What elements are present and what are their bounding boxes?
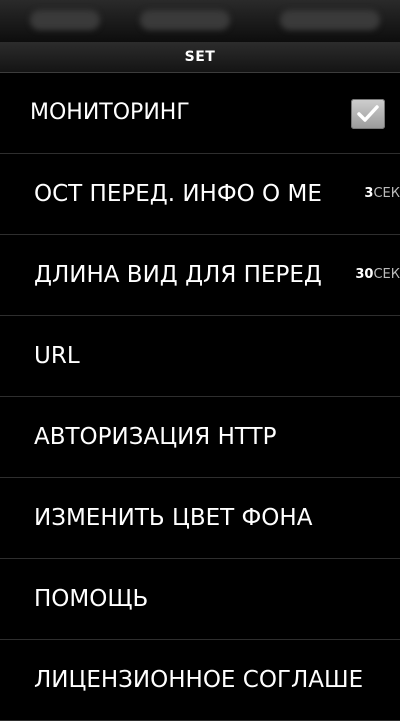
status-bar-blurred-icons [280,10,380,30]
setting-label: URL [34,343,80,369]
checkmark-icon [357,105,379,122]
setting-license-agreement[interactable]: ЛИЦЕНЗИОННОЕ СОГЛАШЕ [0,640,400,721]
setting-label: ОСТ ПЕРЕД. ИНФО О МЕ [34,181,322,207]
setting-label: ИЗМЕНИТЬ ЦВЕТ ФОНА [34,505,313,531]
value-unit: СЕК [373,186,400,201]
setting-view-length[interactable]: ДЛИНА ВИД ДЛЯ ПЕРЕД 30СЕК [0,235,400,316]
setting-url[interactable]: URL [0,316,400,397]
setting-label: АВТОРИЗАЦИЯ HTTP [34,424,277,450]
setting-background-color[interactable]: ИЗМЕНИТЬ ЦВЕТ ФОНА [0,478,400,559]
setting-label: ЛИЦЕНЗИОННОЕ СОГЛАШЕ [34,667,364,693]
monitoring-checkbox[interactable] [351,99,385,129]
status-bar [0,0,400,42]
page-title: SET [184,49,216,65]
setting-label: ПОМОЩЬ [34,586,149,612]
setting-transfer-interval[interactable]: ОСТ ПЕРЕД. ИНФО О МЕ 3СЕК [0,154,400,235]
value-number: 30 [355,267,374,282]
title-bar: SET [0,42,400,73]
setting-value: 3СЕК [358,154,400,234]
setting-http-auth[interactable]: АВТОРИЗАЦИЯ HTTP [0,397,400,478]
setting-label: ДЛИНА ВИД ДЛЯ ПЕРЕД [34,262,322,288]
setting-label: МОНИТОРИНГ [30,100,190,125]
status-bar-blurred-icons [30,10,100,30]
setting-value: 30СЕК [349,235,400,315]
settings-list: МОНИТОРИНГ ОСТ ПЕРЕД. ИНФО О МЕ 3СЕК ДЛИ… [0,73,400,721]
setting-help[interactable]: ПОМОЩЬ [0,559,400,640]
setting-monitoring[interactable]: МОНИТОРИНГ [0,73,400,154]
status-bar-blurred-icons [140,10,230,30]
value-unit: СЕК [373,267,400,282]
